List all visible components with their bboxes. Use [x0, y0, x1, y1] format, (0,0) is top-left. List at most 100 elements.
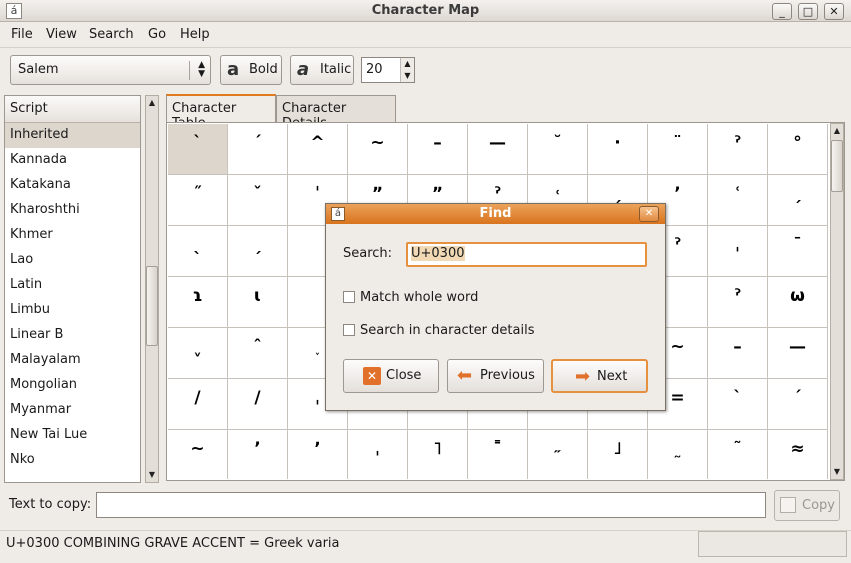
window-titlebar[interactable]: á Character Map _ □ ✕	[0, 0, 851, 22]
character-cell[interactable]: ˭	[468, 430, 528, 479]
scroll-up-icon[interactable]: ▲	[146, 96, 158, 110]
script-list-item[interactable]: Nko	[5, 448, 140, 473]
menu-go[interactable]: Go	[148, 27, 166, 42]
next-button[interactable]: ➡ Next	[551, 359, 648, 393]
script-list-item[interactable]: New Tai Lue	[5, 423, 140, 448]
scroll-down-icon[interactable]: ▼	[146, 468, 158, 482]
script-list-item[interactable]: Khmer	[5, 223, 140, 248]
menu-help[interactable]: Help	[180, 27, 210, 42]
menu-search[interactable]: Search	[89, 27, 134, 42]
character-cell[interactable]: ˀ	[708, 124, 768, 175]
character-cell[interactable]: ˏ	[228, 226, 288, 277]
close-button[interactable]: ✕ Close	[343, 359, 439, 393]
script-list-item[interactable]: Malayalam	[5, 348, 140, 373]
bold-button[interactable]: a Bold	[220, 55, 282, 85]
font-size-value: 20	[366, 62, 383, 77]
character-cell[interactable]: ɩ	[228, 277, 288, 328]
character-cell[interactable]: ˥	[408, 430, 468, 479]
character-cell[interactable]: ˊ	[768, 379, 828, 430]
character-cell[interactable]: ˶	[528, 430, 588, 479]
text-to-copy-input[interactable]	[96, 492, 766, 518]
character-cell[interactable]: `	[168, 124, 228, 175]
scroll-thumb[interactable]	[146, 266, 158, 346]
script-list-item[interactable]: Inherited	[5, 123, 140, 148]
script-list-item[interactable]: Mongolian	[5, 373, 140, 398]
script-list[interactable]: Script Inherited Kannada Katakana Kharoshth…	[4, 95, 141, 483]
character-cell[interactable]: ɿ	[168, 277, 228, 328]
character-cell[interactable]: ˆ	[228, 328, 288, 379]
find-dialog-titlebar[interactable]: á Find ✕	[326, 204, 665, 224]
resize-grip[interactable]	[698, 531, 847, 557]
character-cell[interactable]: ω	[768, 277, 828, 328]
spinner-arrows-icon[interactable]: ▲ ▼	[400, 58, 414, 82]
character-glyph: ˥	[433, 439, 442, 459]
character-cell[interactable]: –	[708, 328, 768, 379]
character-cell[interactable]: ˘	[528, 124, 588, 175]
script-list-item[interactable]: Limbu	[5, 298, 140, 323]
character-cell[interactable]: ˀ	[708, 277, 768, 328]
character-cell[interactable]: ˇ	[228, 175, 288, 226]
match-whole-word-label: Match whole word	[360, 290, 479, 305]
tab-character-details[interactable]: Character Details	[276, 95, 396, 131]
menu-view[interactable]: View	[46, 27, 77, 42]
script-list-item[interactable]: Lao	[5, 248, 140, 273]
font-selector[interactable]: Salem ▲ ▼	[10, 55, 211, 85]
character-cell[interactable]: ´	[228, 124, 288, 175]
character-cell[interactable]: ˬ	[168, 328, 228, 379]
close-window-button[interactable]: ✕	[824, 3, 844, 20]
copy-button[interactable]: Copy	[774, 490, 840, 521]
tab-character-table[interactable]: Character Table	[166, 94, 276, 131]
character-cell[interactable]: ˩	[588, 430, 648, 479]
checkbox[interactable]	[343, 324, 355, 336]
character-cell[interactable]: ˝	[168, 175, 228, 226]
character-cell[interactable]: ≈	[768, 430, 828, 479]
character-glyph: ·	[614, 133, 621, 153]
script-list-item[interactable]: Kharoshthi	[5, 198, 140, 223]
character-cell[interactable]: ~	[168, 430, 228, 479]
character-cell[interactable]: ¨	[648, 124, 708, 175]
close-icon[interactable]: ✕	[639, 206, 659, 222]
maximize-button[interactable]: □	[798, 3, 818, 20]
scroll-thumb[interactable]	[831, 140, 843, 192]
character-cell[interactable]: ʼ	[288, 430, 348, 479]
character-cell[interactable]: /	[228, 379, 288, 430]
menu-file[interactable]: File	[11, 27, 33, 42]
character-glyph: ˩	[613, 439, 622, 459]
character-cell[interactable]: /	[168, 379, 228, 430]
character-cell[interactable]: –	[408, 124, 468, 175]
character-cell[interactable]: ˏ	[768, 175, 828, 226]
character-cell[interactable]: —	[768, 328, 828, 379]
character-cell[interactable]: ^	[288, 124, 348, 175]
character-glyph: ˊ	[793, 388, 802, 408]
character-cell[interactable]: ˌ	[348, 430, 408, 479]
character-cell[interactable]: ˷	[648, 430, 708, 479]
character-cell[interactable]: —	[468, 124, 528, 175]
scroll-up-icon[interactable]: ▲	[831, 124, 843, 138]
minimize-button[interactable]: _	[772, 3, 792, 20]
previous-button[interactable]: ⬅ Previous	[447, 359, 544, 393]
search-input[interactable]: U+0300	[406, 242, 647, 267]
script-list-item[interactable]: Kannada	[5, 148, 140, 173]
script-list-item[interactable]: Linear B	[5, 323, 140, 348]
character-cell[interactable]: °	[768, 124, 828, 175]
character-cell[interactable]: ˌ	[708, 226, 768, 277]
font-size-spinner[interactable]: 20 ▲ ▼	[361, 57, 415, 83]
grid-scrollbar[interactable]: ▲ ▼	[830, 123, 844, 480]
script-column-header[interactable]: Script	[5, 96, 140, 123]
character-cell[interactable]: ’	[228, 430, 288, 479]
character-cell[interactable]: ·	[588, 124, 648, 175]
character-cell[interactable]: ʿ	[708, 175, 768, 226]
scroll-down-icon[interactable]: ▼	[831, 465, 843, 479]
italic-button[interactable]: a Italic	[290, 55, 354, 85]
script-list-item[interactable]: Katakana	[5, 173, 140, 198]
character-cell[interactable]: ˜	[708, 430, 768, 479]
script-scrollbar[interactable]: ▲ ▼	[145, 95, 159, 483]
character-glyph: ´	[253, 133, 262, 153]
character-cell[interactable]: ~	[348, 124, 408, 175]
checkbox[interactable]	[343, 291, 355, 303]
character-cell[interactable]: ˉ	[768, 226, 828, 277]
character-cell[interactable]: ˎ	[168, 226, 228, 277]
script-list-item[interactable]: Latin	[5, 273, 140, 298]
script-list-item[interactable]: Myanmar	[5, 398, 140, 423]
character-cell[interactable]: ˋ	[708, 379, 768, 430]
